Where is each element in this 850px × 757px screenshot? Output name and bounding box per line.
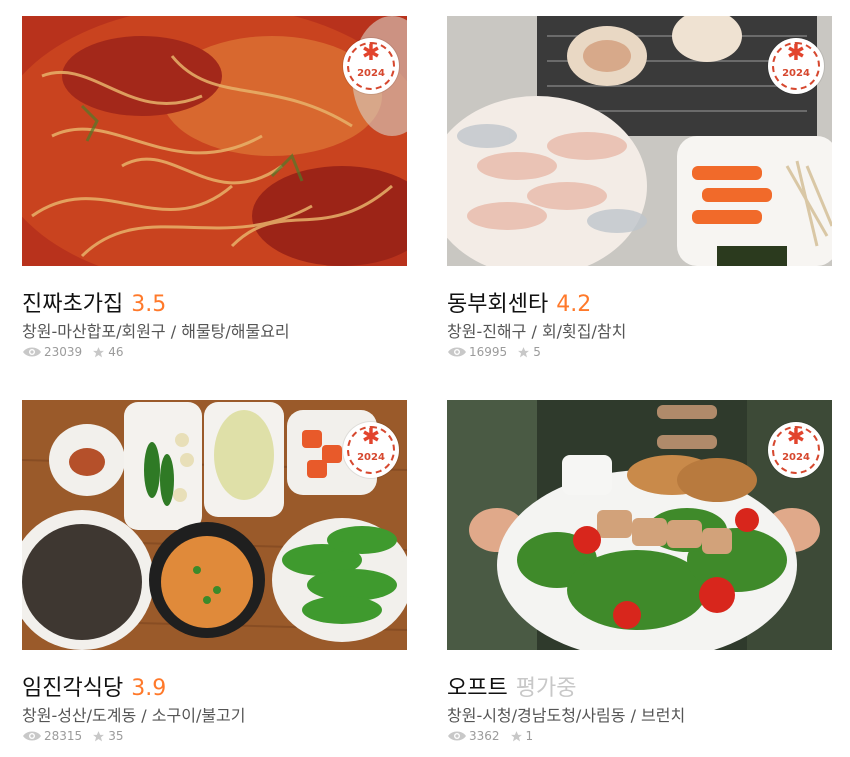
view-count: 28315 [44,729,83,743]
restaurant-stats: 28315 35 [22,729,123,743]
badge-year: 2024 [782,452,810,463]
restaurant-stats: 23039 46 [22,345,123,359]
view-count: 3362 [469,729,500,743]
title-row: 진짜초가집 3.5 [22,286,167,317]
restaurant-meta: 창원-성산/도계동 / 소구이/불고기 [22,702,246,726]
restaurant-photo[interactable]: ✱ 2024 [22,400,407,650]
restaurant-photo[interactable]: ✱ 2024 [22,16,407,266]
restaurant-location: 창원-성산/도계동 [22,706,137,725]
badge-year: 2024 [357,68,385,79]
restaurant-name[interactable]: 오프트 [447,676,508,701]
restaurant-rating: 3.5 [131,292,167,317]
restaurant-rating: 3.9 [131,676,167,701]
star-icon [518,346,530,357]
review-count: 46 [108,345,124,359]
meta-separator: / [136,706,152,725]
review-count: 35 [108,729,124,743]
eye-icon [448,347,466,357]
title-row: 임진각식당 3.9 [22,670,167,701]
star-icon [510,730,522,741]
view-count: 23039 [44,345,83,359]
restaurant-location: 창원-진해구 [447,322,527,341]
restaurant-category: 소구이/불고기 [151,706,246,725]
star-icon [93,730,105,741]
restaurant-rating: 4.2 [556,292,592,317]
restaurant-name[interactable]: 진짜초가집 [22,292,123,317]
award-badge: ✱ 2024 [343,38,399,94]
restaurant-location: 창원-시청/경남도청/사림동 [447,706,626,725]
restaurant-meta: 창원-마산합포/회원구 / 해물탕/해물요리 [22,318,290,342]
asterisk-badge-icon: ✱ [786,425,806,450]
restaurant-category: 해물탕/해물요리 [181,322,290,341]
restaurant-meta: 창원-시청/경남도청/사림동 / 브런치 [447,702,685,726]
restaurant-category: 브런치 [641,706,686,725]
restaurant-meta: 창원-진해구 / 회/횟집/참치 [447,318,626,342]
badge-year: 2024 [357,452,385,463]
badge-year: 2024 [782,68,810,79]
asterisk-badge-icon: ✱ [786,41,806,66]
restaurant-category: 회/횟집/참치 [541,322,627,341]
meta-separator: / [625,706,642,725]
asterisk-badge-icon: ✱ [361,425,381,450]
restaurant-stats: 16995 5 [447,345,541,359]
restaurant-photo[interactable]: ✱ 2024 [447,16,832,266]
meta-separator: / [526,322,542,341]
restaurant-photo[interactable]: ✱ 2024 [447,400,832,650]
eye-icon [23,347,41,357]
view-count: 16995 [469,345,508,359]
review-count: 1 [525,729,534,743]
meta-separator: / [165,322,182,341]
award-badge: ✱ 2024 [768,38,824,94]
restaurant-stats: 3362 1 [447,729,533,743]
asterisk-badge-icon: ✱ [361,41,381,66]
award-badge: ✱ 2024 [343,422,399,478]
award-badge: ✱ 2024 [768,422,824,478]
eye-icon [448,731,466,741]
title-row: 동부회센타 4.2 [447,286,592,317]
review-count: 5 [533,345,541,359]
eye-icon [23,731,41,741]
star-icon [93,346,105,357]
restaurant-name[interactable]: 동부회센타 [447,292,548,317]
title-row: 오프트 평가중 [447,670,577,701]
restaurant-rating: 평가중 [515,676,577,701]
restaurant-location: 창원-마산합포/회원구 [22,322,166,341]
restaurant-name[interactable]: 임진각식당 [22,676,123,701]
